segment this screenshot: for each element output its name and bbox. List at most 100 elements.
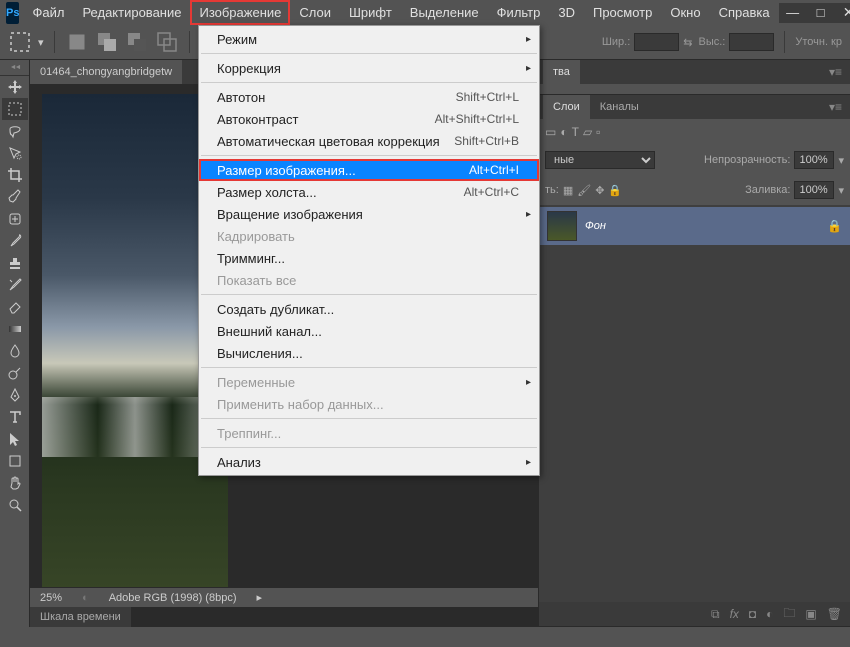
crop-tool-icon[interactable] [2,164,28,186]
close-button[interactable]: ✕ [835,3,850,23]
lock-pos-icon[interactable]: ✥ [595,184,604,197]
menu-item[interactable]: Автоматическая цветовая коррекцияShift+C… [199,130,539,152]
layer-row[interactable]: Фон 🔒 [539,207,850,245]
menu-separator [201,418,537,419]
heal-tool-icon[interactable] [2,208,28,230]
menu-выделение[interactable]: Выделение [401,0,488,25]
timeline-panel-tab[interactable]: Шкала времени [30,607,131,627]
blend-mode-select[interactable]: ные [545,151,655,169]
lock-icon[interactable]: 🔒 [827,219,842,233]
filter-adjust-icon[interactable]: ◐ [560,125,567,139]
menu-3d[interactable]: 3D [549,0,584,25]
new-layer-icon[interactable]: ▣ [805,607,816,621]
link-layers-icon[interactable]: ⧉ [711,607,720,622]
marquee-tool-preset-icon[interactable] [8,30,32,54]
path-select-tool-icon[interactable] [2,428,28,450]
eyedropper-tool-icon[interactable] [2,186,28,208]
menu-item[interactable]: Вычисления... [199,342,539,364]
delete-layer-icon[interactable]: 🗑 [827,607,842,621]
adjustment-icon[interactable]: ◐ [766,607,773,621]
lock-all-icon[interactable]: 🔒 [608,184,622,197]
mask-icon[interactable]: ◘ [749,607,756,621]
menu-item[interactable]: Внешний канал... [199,320,539,342]
zoom-tool-icon[interactable] [2,494,28,516]
menu-item[interactable]: АвтотонShift+Ctrl+L [199,86,539,108]
lasso-tool-icon[interactable] [2,120,28,142]
filter-shape-icon[interactable]: ▱ [583,125,592,139]
maximize-button[interactable]: □ [807,3,835,23]
pen-tool-icon[interactable] [2,384,28,406]
layer-thumbnail[interactable] [547,211,577,241]
menu-item[interactable]: Создать дубликат... [199,298,539,320]
channels-tab[interactable]: Каналы [590,95,649,119]
zoom-level[interactable]: 25% [40,592,62,604]
menu-файл[interactable]: Файл [23,0,73,25]
menu-item-label: Внешний канал... [217,324,519,339]
marquee-tool-icon[interactable] [2,98,28,120]
opacity-input[interactable] [794,151,834,169]
width-input[interactable] [634,33,679,51]
menu-item[interactable]: Размер холста...Alt+Ctrl+C [199,181,539,203]
minimize-button[interactable]: — [779,3,807,23]
menu-item[interactable]: Коррекция▸ [199,57,539,79]
move-tool-icon[interactable] [2,76,28,98]
fill-input[interactable] [794,181,834,199]
layer-name[interactable]: Фон [585,220,819,232]
document-tab[interactable]: 01464_chongyangbridgetw [30,60,182,84]
layers-tab[interactable]: Слои [543,95,590,119]
type-tool-icon[interactable] [2,406,28,428]
height-input[interactable] [729,33,774,51]
menu-item[interactable]: Вращение изображения▸ [199,203,539,225]
dropdown-arrow-icon[interactable]: ▾ [838,184,844,197]
history-brush-tool-icon[interactable] [2,274,28,296]
new-selection-icon[interactable] [65,30,89,54]
menu-редактирование[interactable]: Редактирование [73,0,190,25]
group-icon[interactable]: 🗀 [783,604,795,625]
menu-окно[interactable]: Окно [661,0,709,25]
opacity-label: Непрозрачность: [704,154,790,166]
eraser-tool-icon[interactable] [2,296,28,318]
menu-item[interactable]: Анализ▸ [199,451,539,473]
menu-item-label: Переменные [217,375,519,390]
menu-item[interactable]: АвтоконтрастAlt+Shift+Ctrl+L [199,108,539,130]
menu-изображение[interactable]: Изображение [190,0,290,25]
refine-edge-button[interactable]: Уточн. кр [795,36,842,48]
doc-profile[interactable]: Adobe RGB (1998) (8bpc) [109,592,237,604]
menu-шрифт[interactable]: Шрифт [340,0,401,25]
menu-фильтр[interactable]: Фильтр [488,0,550,25]
menu-separator [201,53,537,54]
arrow-icon[interactable]: ▸ [256,591,262,604]
swap-icon[interactable]: ⇆ [683,36,692,49]
menu-shortcut: Shift+Ctrl+L [456,90,519,104]
menu-просмотр[interactable]: Просмотр [584,0,661,25]
menubar: Ps ФайлРедактированиеИзображениеСлоиШриф… [0,0,850,25]
menu-слои[interactable]: Слои [290,0,340,25]
filter-smart-icon[interactable]: ▫ [596,125,600,139]
dodge-tool-icon[interactable] [2,362,28,384]
blur-tool-icon[interactable] [2,340,28,362]
dropdown-arrow-icon[interactable]: ▾ [38,36,44,49]
menu-item[interactable]: Тримминг... [199,247,539,269]
stamp-tool-icon[interactable] [2,252,28,274]
menu-справка[interactable]: Справка [710,0,779,25]
status-bar: 25% ◐ Adobe RGB (1998) (8bpc) ▸ [30,587,538,607]
gradient-tool-icon[interactable] [2,318,28,340]
menu-shortcut: Alt+Shift+Ctrl+L [435,112,519,126]
lock-trans-icon[interactable]: ▦ [563,184,573,197]
brush-tool-icon[interactable] [2,230,28,252]
shape-tool-icon[interactable] [2,450,28,472]
hand-tool-icon[interactable] [2,472,28,494]
properties-tab[interactable]: тва [543,60,580,84]
lock-paint-icon[interactable]: 🖌 [577,184,591,197]
fx-icon[interactable]: fx [730,607,739,621]
height-label: Выс.: [699,36,726,48]
menu-item[interactable]: Размер изображения...Alt+Ctrl+I [199,159,539,181]
menu-item[interactable]: Режим▸ [199,28,539,50]
subtract-selection-icon[interactable] [125,30,149,54]
intersect-selection-icon[interactable] [155,30,179,54]
dropdown-arrow-icon[interactable]: ▾ [838,154,844,167]
add-selection-icon[interactable] [95,30,119,54]
filter-pixel-icon[interactable]: ▭ [545,125,556,139]
quick-select-tool-icon[interactable] [2,142,28,164]
filter-type-icon[interactable]: T [572,125,579,139]
